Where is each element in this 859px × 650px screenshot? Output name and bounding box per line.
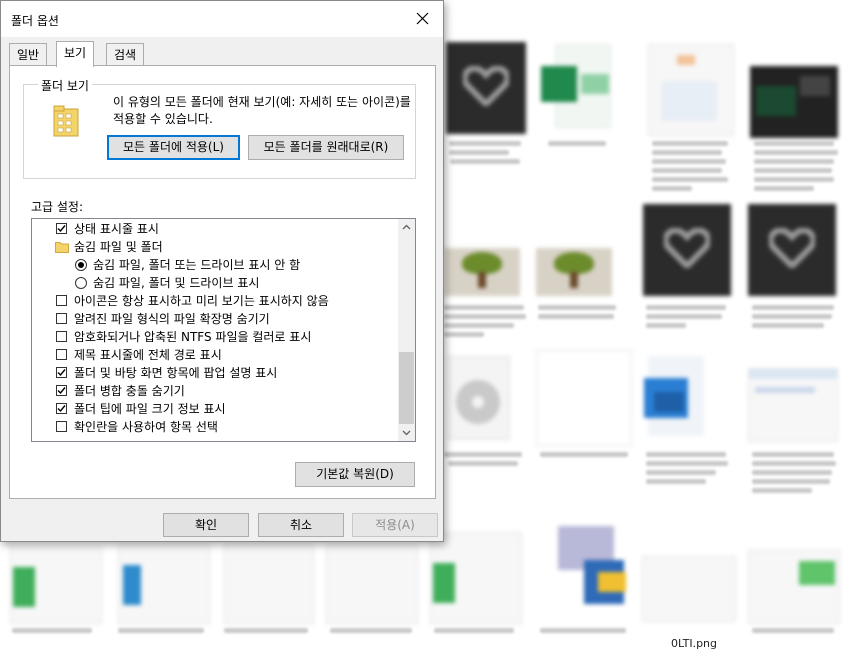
chevron-up-icon [402,224,411,230]
document-thumbnail[interactable] [648,44,734,136]
file-thumbnail[interactable] [446,42,526,134]
folder-options-dialog: 폴더 옵션 일반 보기 검색 폴더 보기 이 유형의 모든 폴더에 현재 보기(… [0,0,444,542]
app-icon-thumbnail[interactable] [644,356,710,440]
chevron-down-icon [402,430,411,436]
file-thumbnail[interactable] [326,544,418,624]
photo-thumbnail[interactable] [444,248,520,296]
apply-to-folders-button[interactable]: 모든 폴더에 적용(L) [107,135,240,160]
tab-general[interactable]: 일반 [9,43,48,65]
setting-label: 숨김 파일 및 폴더 [74,240,163,254]
setting-label: 확인란을 사용하여 항목 선택 [74,420,218,434]
heart-image-icon [769,228,815,268]
advanced-settings-list[interactable]: 상태 표시줄 표시 숨김 파일 및 폴더 숨김 파일, 폴더 또는 드라이브 표… [31,218,416,442]
folder-view-icon [53,105,79,137]
excel-file-thumbnail[interactable] [541,44,611,128]
checkbox[interactable] [56,331,67,342]
setting-label: 아이콘은 항상 표시하고 미리 보기는 표시하지 않음 [74,294,329,308]
checkbox[interactable] [56,313,67,324]
file-thumbnail[interactable] [642,556,736,622]
setting-label: 폴더 및 바탕 화면 항목에 팝업 설명 표시 [74,366,278,380]
heart-image-icon [463,66,509,106]
radio-button[interactable] [75,277,87,289]
tab-view[interactable]: 보기 [56,41,95,67]
setting-label: 폴더 팁에 파일 크기 정보 표시 [74,402,226,416]
setting-label: 상태 표시줄 표시 [74,222,159,236]
file-thumbnail[interactable] [10,546,102,624]
heart-image-icon [664,228,710,268]
checkbox[interactable] [56,421,67,432]
close-button[interactable] [403,1,443,37]
blank-file-thumbnail[interactable] [536,350,632,446]
setting-label: 숨김 파일, 폴더 및 드라이브 표시 [93,276,260,290]
folder-view-description: 이 유형의 모든 폴더에 현재 보기(예: 자세히 또는 아이콘)를 적용할 수… [113,95,411,126]
title-bar[interactable]: 폴더 옵션 [1,1,443,37]
checkbox[interactable] [56,385,67,396]
partial-filename-label[interactable]: 0LTI.png [671,637,717,650]
setting-label: 제목 표시줄에 전체 경로 표시 [74,348,222,362]
file-thumbnail[interactable] [430,532,522,624]
file-thumbnail[interactable] [224,544,314,624]
advanced-settings-label: 고급 설정: [31,200,84,214]
scroll-thumb[interactable] [399,352,414,424]
disc-image-thumbnail[interactable] [444,356,510,440]
apply-button[interactable]: 적용(A) [352,513,438,537]
restore-defaults-button[interactable]: 기본값 복원(D) [295,462,415,487]
scroll-up-button[interactable] [398,219,415,236]
checkbox[interactable] [56,223,67,234]
checkmark-icon [57,405,66,413]
radio-button[interactable] [75,259,87,271]
window-screenshot-thumbnail[interactable] [748,368,838,442]
setting-label: 숨김 파일, 폴더 또는 드라이브 표시 안 함 [93,258,301,272]
file-thumbnail[interactable] [643,204,731,296]
folder-icon [55,242,69,253]
checkbox[interactable] [56,367,67,378]
ok-button[interactable]: 확인 [163,513,249,537]
scroll-down-button[interactable] [398,424,415,441]
tab-search[interactable]: 검색 [106,43,145,65]
installer-icon-thumbnail[interactable] [538,520,634,610]
setting-label: 암호화되거나 압축된 NTFS 파일을 컬러로 표시 [74,330,312,344]
photo-thumbnail[interactable] [536,248,612,296]
cancel-button[interactable]: 취소 [258,513,344,537]
vertical-scrollbar[interactable] [398,219,415,441]
folder-view-group-label: 폴더 보기 [38,77,92,94]
screenshot-thumbnail[interactable] [750,66,838,138]
checkbox[interactable] [56,295,67,306]
file-thumbnail[interactable] [748,550,840,624]
close-icon [416,12,429,25]
file-thumbnail[interactable] [748,204,836,296]
checkbox[interactable] [56,403,67,414]
checkbox[interactable] [56,349,67,360]
checkmark-icon [57,369,66,377]
setting-label: 알려진 파일 형식의 파일 확장명 숨기기 [74,312,270,326]
dialog-title: 폴더 옵션 [11,14,59,28]
checkmark-icon [57,387,66,395]
checkmark-icon [57,225,66,233]
setting-label: 폴더 병합 충돌 숨기기 [74,384,185,398]
file-thumbnail[interactable] [118,544,210,624]
reset-folders-button[interactable]: 모든 폴더를 원래대로(R) [248,135,404,160]
